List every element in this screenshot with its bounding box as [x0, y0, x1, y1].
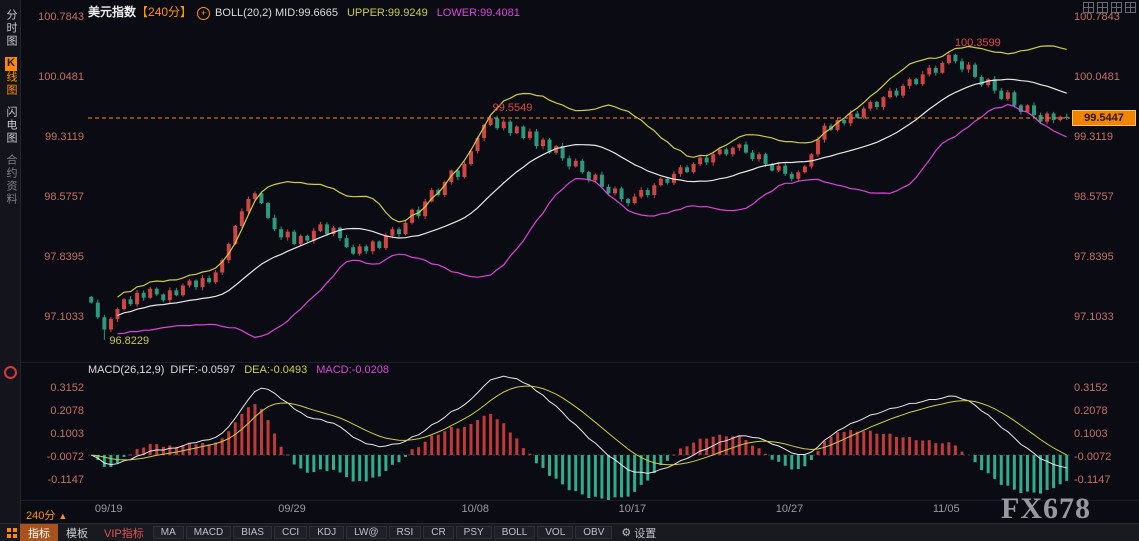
up-arrow-icon: ▲: [58, 511, 68, 521]
macd-header: MACD(26,12,9) DIFF:-0.0597 DEA:-0.0493 MACD…: [88, 364, 389, 376]
macd-macd-value: MACD:-0.0208: [316, 364, 389, 376]
footer-period[interactable]: 240分 ▲: [26, 507, 67, 523]
indicator-button-vol[interactable]: VOL: [537, 526, 574, 539]
boll-mid-value: MID:99.6665: [274, 7, 338, 19]
fx678-watermark: FX678: [1001, 492, 1091, 525]
indicator-grid-icon[interactable]: [7, 527, 17, 538]
sidebar-item-time-chart[interactable]: 分时图: [3, 9, 19, 48]
tab-vip-indicators[interactable]: VIP指标: [96, 524, 152, 541]
layout-icon-2[interactable]: [1097, 2, 1108, 13]
window-layout-icons: [1080, 2, 1136, 16]
indicator-button-rsi[interactable]: RSI: [388, 526, 422, 539]
kline-label: 线图: [5, 71, 17, 97]
boll-lower-value: LOWER:99.4081: [436, 7, 520, 19]
indicator-button-bias[interactable]: BIAS: [233, 526, 272, 539]
trading-app: 分时图 K线图 闪电图 合约资料 美元指数【240分】 + BOLL(20,2) M…: [0, 0, 1139, 541]
low-annotation: 96.8229: [109, 334, 150, 347]
sidebar-item-contract-info[interactable]: 合约资料: [3, 154, 19, 206]
sidebar-item-kline[interactable]: K线图: [3, 57, 19, 97]
macd-diff-value: DIFF:-0.0597: [170, 364, 236, 376]
tab-indicators[interactable]: 指标: [20, 523, 58, 541]
indicator-button-cci[interactable]: CCI: [273, 526, 308, 539]
indicator-button-obv[interactable]: OBV: [575, 526, 613, 539]
indicator-button-group: MA MACD BIAS CCI KDJ LW@ RSI CR PSY BOLL VOL OBV: [152, 526, 614, 539]
candlestick-macd-chart[interactable]: [0, 0, 1139, 541]
tab-templates[interactable]: 模板: [58, 524, 96, 541]
bottom-toolbar: 指标 模板 VIP指标 MA MACD BIAS CCI KDJ LW@ RSI CR PSY B…: [0, 523, 1139, 541]
macd-params: MACD(26,12,9): [88, 364, 165, 376]
boll-upper-value: UPPER:99.9249: [346, 7, 428, 19]
indicator-button-boll[interactable]: BOLL: [493, 526, 536, 539]
settings-button[interactable]: ⚙ 设置: [621, 525, 656, 541]
gear-icon: ⚙: [621, 527, 632, 539]
indicator-button-macd[interactable]: MACD: [185, 526, 232, 539]
k-badge: K: [5, 57, 17, 71]
footer-period-text: 240分: [26, 510, 56, 522]
indicator-button-lw@[interactable]: LW@: [346, 526, 387, 539]
symbol-title: 美元指数: [88, 5, 137, 19]
boll-label: BOLL(20,2): [215, 7, 272, 19]
layout-icon-3[interactable]: [1111, 2, 1122, 13]
chart-header: 美元指数【240分】 + BOLL(20,2) MID:99.6665 UPPER:9…: [88, 3, 520, 20]
add-circle-icon[interactable]: +: [197, 7, 211, 20]
macd-dea-value: DEA:-0.0493: [244, 364, 308, 376]
layout-icon-4[interactable]: [1125, 2, 1136, 13]
sidebar-item-flash-chart[interactable]: 闪电图: [3, 106, 19, 145]
indicator-button-psy[interactable]: PSY: [455, 526, 492, 539]
last-price-tag: 99.5447: [1072, 110, 1136, 127]
layout-icon-1[interactable]: [1083, 2, 1094, 13]
indicator-button-kdj[interactable]: KDJ: [309, 526, 345, 539]
indicator-button-ma[interactable]: MA: [152, 526, 184, 539]
mid-peak-annotation: 99.5549: [492, 102, 533, 115]
chart-type-sidebar: 分时图 K线图 闪电图 合约资料: [0, 0, 21, 541]
period-label[interactable]: 【240分】: [136, 5, 192, 19]
axis-separator: [20, 500, 1139, 501]
boll-params: BOLL(20,2) MID:99.6665: [215, 7, 338, 19]
settings-label: 设置: [634, 527, 657, 540]
pane-separator: [20, 362, 1139, 363]
indicator-button-cr[interactable]: CR: [423, 526, 454, 539]
high-annotation: 100.3599: [954, 36, 1001, 49]
crosshair-icon[interactable]: [4, 366, 17, 379]
